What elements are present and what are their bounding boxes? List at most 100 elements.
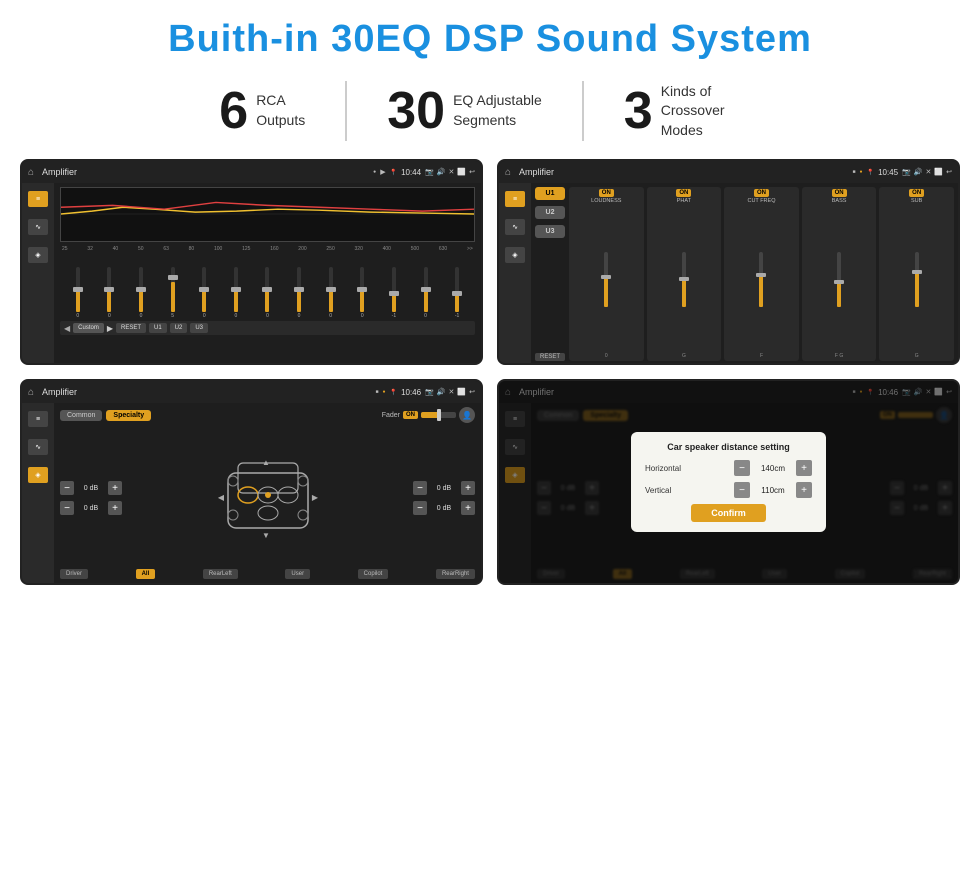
eq-slider-10[interactable]: 0 [355, 267, 369, 319]
eq-u2-btn[interactable]: U2 [170, 323, 188, 333]
eq-bottom-bar: ◀ Custom ▶ RESET U1 U2 U3 [60, 321, 475, 335]
fader-slider-h[interactable] [421, 412, 456, 418]
crossover-location-icon: 📍 [867, 169, 874, 176]
fader-sidebar-wave-icon[interactable]: ∿ [28, 439, 48, 455]
cv-slider-cutfreq[interactable] [759, 252, 763, 307]
eq-slider-1[interactable]: 0 [71, 267, 85, 319]
fader-driver-btn[interactable]: Driver [60, 569, 88, 579]
cv-slider-sub[interactable] [915, 252, 919, 307]
eq-custom-btn[interactable]: Custom [73, 323, 104, 333]
confirm-button[interactable]: Confirm [691, 504, 766, 522]
dialog-horizontal-stepper: − 140cm + [734, 460, 812, 476]
fader-plus-3[interactable]: + [461, 481, 475, 495]
fader-rearright-btn[interactable]: RearRight [436, 569, 475, 579]
crossover-window-icon: ⬜ [934, 168, 943, 176]
cv-panel-loudness: ON LOUDNESS 0 [569, 187, 644, 361]
fader-home-icon[interactable]: ⌂ [28, 387, 34, 398]
fader-all-btn[interactable]: All [136, 569, 156, 579]
u3-button[interactable]: U3 [535, 225, 565, 238]
fader-right-controls: − 0 dB + − 0 dB + [413, 481, 475, 515]
stats-row: 6 RCAOutputs 30 EQ AdjustableSegments 3 … [0, 71, 980, 151]
eq-prev-btn[interactable]: ◀ [64, 324, 70, 333]
main-title: Buith-in 30EQ DSP Sound System [0, 0, 980, 71]
eq-slider-3[interactable]: 0 [134, 267, 148, 319]
stat-number-3: 3 [624, 85, 653, 137]
cv-slider-loudness[interactable] [604, 252, 608, 307]
fader-profile-icon[interactable]: 👤 [459, 407, 475, 423]
fader-car-area: − 0 dB + − 0 dB + [60, 431, 475, 565]
crossover-sidebar-wave-icon[interactable]: ∿ [505, 219, 525, 235]
cv-slider-bass[interactable] [837, 252, 841, 307]
fader-copilot-btn[interactable]: Copilot [358, 569, 389, 579]
dialog-horizontal-minus[interactable]: − [734, 460, 750, 476]
eq-freq-labels: 25 32 40 50 63 80 100 125 160 200 250 32… [60, 246, 475, 252]
fader-rearleft-btn[interactable]: RearLeft [203, 569, 238, 579]
fader-screen: ⌂ Amplifier ■ ● 📍 10:46 📷 🔊 ✕ ⬜ ↩ ≡ ∿ ◈ [20, 379, 483, 585]
fader-minus-1[interactable]: − [60, 481, 74, 495]
dialog-vertical-plus[interactable]: + [796, 482, 812, 498]
eq-play-btn[interactable]: ▶ [107, 324, 113, 333]
fader-sidebar-vol-icon[interactable]: ◈ [28, 467, 48, 483]
u1-button[interactable]: U1 [535, 187, 565, 200]
crossover-back-icon[interactable]: ↩ [946, 168, 952, 176]
fader-user-btn[interactable]: User [285, 569, 310, 579]
dialog-vertical-minus[interactable]: − [734, 482, 750, 498]
eq-close-icon[interactable]: ✕ [449, 168, 455, 176]
eq-main-panel: 25 32 40 50 63 80 100 125 160 200 250 32… [54, 183, 481, 363]
fader-tab-common[interactable]: Common [60, 410, 102, 421]
fader-val-2: 0 dB [77, 505, 105, 512]
fader-on-badge: ON [403, 411, 418, 419]
eq-window-icon: ⬜ [457, 168, 466, 176]
fader-plus-1[interactable]: + [108, 481, 122, 495]
eq-u1-btn[interactable]: U1 [149, 323, 167, 333]
eq-top-icons: 📷 🔊 ✕ ⬜ ↩ [425, 168, 475, 176]
eq-slider-7[interactable]: 0 [260, 267, 274, 319]
eq-dot1: ● [373, 169, 376, 175]
fader-plus-2[interactable]: + [108, 501, 122, 515]
eq-sidebar-wave-icon[interactable]: ∿ [28, 219, 48, 235]
crossover-close-icon[interactable]: ✕ [926, 168, 932, 176]
distance-dialog-box: Car speaker distance setting Horizontal … [631, 432, 826, 532]
stat-number-6: 6 [219, 85, 248, 137]
eq-sidebar-vol-icon[interactable]: ◈ [28, 247, 48, 263]
crossover-sidebar-eq-icon[interactable]: ≡ [505, 191, 525, 207]
eq-slider-12[interactable]: 0 [419, 267, 433, 319]
u2-button[interactable]: U2 [535, 206, 565, 219]
svg-text:◀: ◀ [217, 493, 224, 502]
eq-sliders-row: 0 0 0 [60, 254, 475, 319]
eq-u3-btn[interactable]: U3 [190, 323, 208, 333]
eq-reset-btn[interactable]: RESET [116, 323, 146, 333]
crossover-home-icon[interactable]: ⌂ [505, 167, 511, 178]
eq-slider-11[interactable]: -1 [387, 267, 401, 319]
eq-slider-6[interactable]: 0 [229, 267, 243, 319]
crossover-sidebar-vol-icon[interactable]: ◈ [505, 247, 525, 263]
fader-minus-4[interactable]: − [413, 501, 427, 515]
eq-slider-5[interactable]: 0 [197, 267, 211, 319]
fader-plus-4[interactable]: + [461, 501, 475, 515]
eq-title: Amplifier [42, 167, 369, 177]
fader-side-icons: ≡ ∿ ◈ [22, 403, 54, 583]
eq-back-icon[interactable]: ↩ [469, 168, 475, 176]
dialog-horizontal-plus[interactable]: + [796, 460, 812, 476]
fader-close-icon[interactable]: ✕ [449, 388, 455, 396]
crossover-main-panel: U1 U2 U3 RESET ON LOUDNESS [531, 183, 958, 363]
eq-home-icon[interactable]: ⌂ [28, 167, 34, 178]
fader-back-icon[interactable]: ↩ [469, 388, 475, 396]
cv-panel-sub: ON SUB G [879, 187, 954, 361]
cv-slider-phat[interactable] [682, 252, 686, 307]
eq-slider-13[interactable]: -1 [450, 267, 464, 319]
cv-panel-bass: ON BASS F G [802, 187, 877, 361]
eq-slider-2[interactable]: 0 [102, 267, 116, 319]
fader-minus-3[interactable]: − [413, 481, 427, 495]
eq-slider-4[interactable]: 5 [166, 267, 180, 319]
fader-sidebar-eq-icon[interactable]: ≡ [28, 411, 48, 427]
eq-sidebar-eq-icon[interactable]: ≡ [28, 191, 48, 207]
fader-tab-specialty[interactable]: Specialty [106, 410, 151, 421]
fader-minus-2[interactable]: − [60, 501, 74, 515]
stat-label-crossover: Kinds ofCrossover Modes [661, 82, 761, 141]
eq-slider-8[interactable]: 0 [292, 267, 306, 319]
stat-eq: 30 EQ AdjustableSegments [347, 85, 582, 137]
eq-slider-9[interactable]: 0 [324, 267, 338, 319]
fader-label: Fader [382, 412, 400, 419]
crossover-reset-btn[interactable]: RESET [535, 353, 565, 361]
